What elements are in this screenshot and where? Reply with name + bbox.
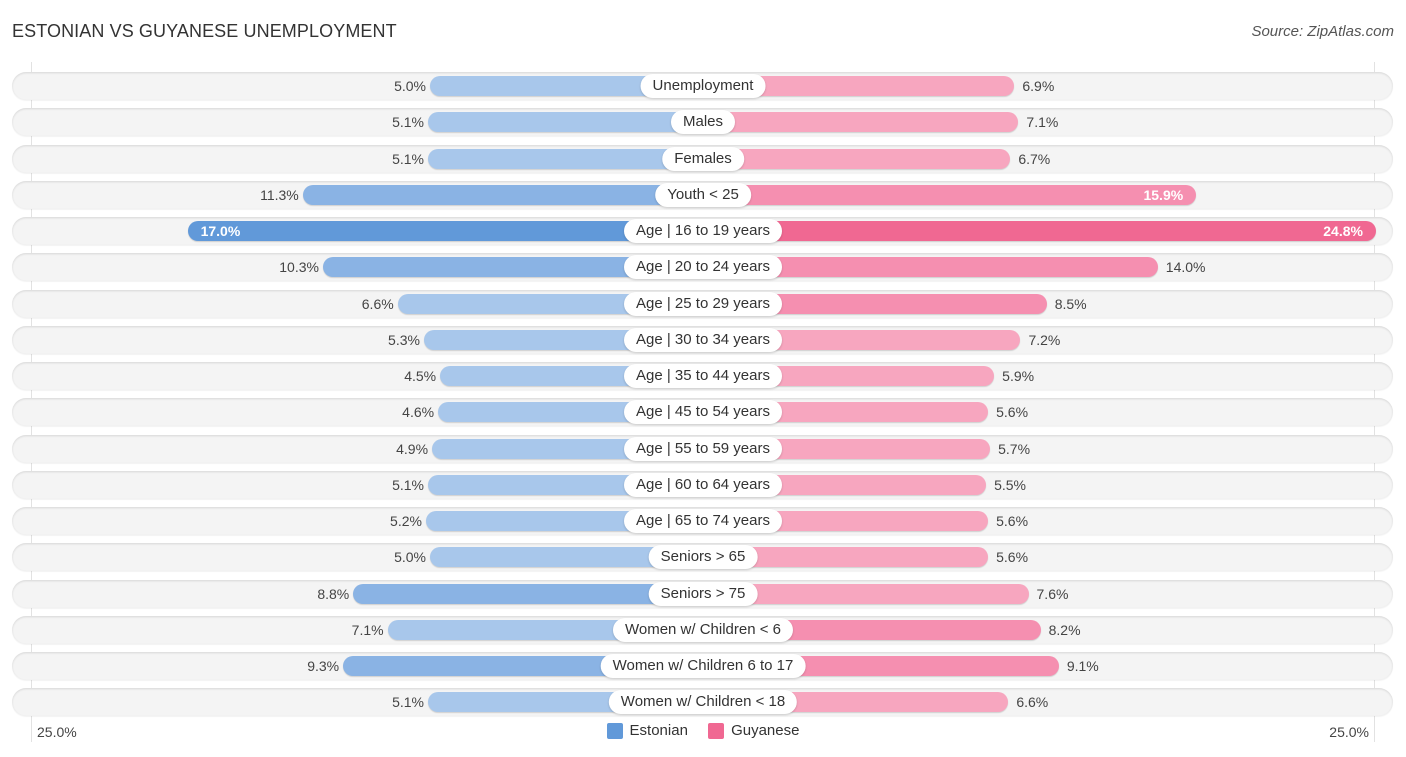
value-label-guyanese: 5.6%	[996, 404, 1029, 421]
value-label-guyanese: 8.2%	[1048, 621, 1081, 638]
value-label-estonian: 4.6%	[402, 404, 435, 421]
category-label: Age | 30 to 34 years	[624, 327, 782, 352]
value-label-guyanese: 9.1%	[1066, 658, 1099, 674]
bar-estonian[interactable]	[302, 184, 703, 205]
value-label-estonian: 5.0%	[394, 78, 426, 94]
value-label-estonian: 9.3%	[307, 658, 340, 674]
value-label-guyanese: 14.0%	[1165, 259, 1206, 276]
category-label: Seniors > 75	[648, 581, 758, 606]
bar-guyanese[interactable]	[703, 221, 1376, 241]
value-label-estonian: 4.9%	[396, 440, 429, 457]
category-label: Seniors > 65	[648, 545, 758, 570]
value-label-guyanese: 5.7%	[998, 440, 1031, 457]
value-label-guyanese: 5.5%	[994, 476, 1027, 493]
category-label: Age | 65 to 74 years	[624, 509, 782, 533]
value-label-guyanese: 5.6%	[996, 549, 1029, 566]
value-label-guyanese: 6.9%	[1022, 78, 1055, 94]
legend-swatch-estonian	[606, 722, 623, 739]
value-label-estonian: 11.3%	[260, 186, 299, 203]
value-label-guyanese: 8.5%	[1054, 295, 1087, 312]
legend-label-guyanese: Guyanese	[731, 722, 800, 739]
category-label: Unemployment	[640, 74, 766, 98]
bar-guyanese[interactable]	[703, 148, 1011, 169]
value-label-guyanese: 15.9%	[1143, 186, 1184, 203]
chart-rows: 5.0% 6.9% Unemployment 5.1% 7.1% Males 5.1% 6.7…	[0, 0, 1406, 757]
category-label: Females	[662, 146, 744, 171]
value-label-guyanese: 6.7%	[1018, 150, 1051, 167]
category-label: Age | 25 to 29 years	[624, 291, 782, 316]
value-label-estonian: 4.5%	[404, 368, 437, 384]
legend-item-guyanese[interactable]: Guyanese	[708, 722, 799, 739]
value-label-estonian: 5.1%	[392, 114, 424, 131]
value-label-guyanese: 6.6%	[1016, 694, 1049, 711]
bar-guyanese[interactable]	[703, 184, 1197, 205]
value-label-estonian: 17.0%	[200, 223, 241, 239]
category-label: Age | 16 to 19 years	[624, 219, 782, 243]
value-label-guyanese: 7.1%	[1026, 114, 1059, 131]
bar-estonian[interactable]	[427, 112, 703, 133]
bar-guyanese[interactable]	[703, 112, 1019, 133]
value-label-guyanese: 5.9%	[1002, 368, 1035, 384]
category-label: Women w/ Children < 6	[612, 617, 794, 642]
value-label-estonian: 5.2%	[390, 513, 422, 529]
value-label-guyanese: 5.6%	[996, 513, 1029, 529]
value-label-estonian: 5.1%	[392, 694, 424, 711]
category-label: Age | 55 to 59 years	[624, 436, 782, 461]
category-label: Males	[670, 110, 736, 135]
value-label-estonian: 7.1%	[351, 621, 384, 638]
value-label-estonian: 8.8%	[317, 585, 350, 602]
category-label: Women w/ Children 6 to 17	[600, 654, 806, 678]
value-label-guyanese: 7.6%	[1036, 585, 1069, 602]
value-label-estonian: 10.3%	[279, 259, 319, 276]
category-label: Women w/ Children < 18	[608, 690, 798, 715]
category-label: Age | 60 to 64 years	[624, 472, 782, 497]
value-label-guyanese: 7.2%	[1028, 331, 1061, 348]
category-label: Age | 35 to 44 years	[624, 364, 782, 388]
value-label-guyanese: 24.8%	[1323, 223, 1363, 239]
legend-swatch-guyanese	[708, 722, 725, 739]
category-label: Age | 45 to 54 years	[624, 400, 782, 425]
value-label-estonian: 5.1%	[392, 476, 424, 493]
legend-label-estonian: Estonian	[629, 722, 688, 739]
value-label-estonian: 5.0%	[394, 549, 426, 566]
value-label-estonian: 6.6%	[361, 295, 394, 312]
legend: Estonian Guyanese	[0, 722, 1406, 743]
value-label-estonian: 5.1%	[392, 150, 424, 167]
category-label: Youth < 25	[655, 182, 751, 207]
legend-item-estonian[interactable]: Estonian	[606, 722, 688, 739]
category-label: Age | 20 to 24 years	[624, 255, 782, 280]
value-label-estonian: 5.3%	[388, 331, 420, 348]
